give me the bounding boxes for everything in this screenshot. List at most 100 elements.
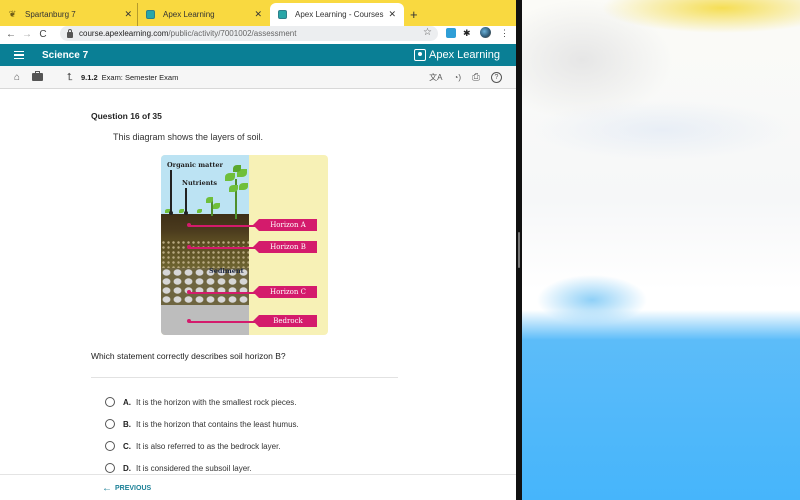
question-content: Question 16 of 35 This diagram shows the… xyxy=(0,90,516,474)
browser-window: ❦ Spartanburg 7 ✕ Apex Learning ✕ Apex L… xyxy=(0,0,516,500)
tab-title: Spartanburg 7 xyxy=(25,10,76,19)
tab-title: Apex Learning xyxy=(163,10,215,19)
up-level-icon[interactable]: ⮤ xyxy=(67,72,73,83)
translate-icon[interactable]: 文A xyxy=(429,72,442,83)
leaf xyxy=(229,185,238,192)
option-c[interactable]: C. It is also referred to as the bedrock… xyxy=(105,435,299,457)
briefcase-icon[interactable] xyxy=(32,71,44,81)
split-view-handle[interactable] xyxy=(518,232,520,268)
tab-spartanburg[interactable]: ❦ Spartanburg 7 ✕ xyxy=(0,3,140,26)
brand-name: Apex Learning xyxy=(429,49,500,61)
option-letter: C. xyxy=(123,441,131,451)
radio-button[interactable] xyxy=(105,397,115,407)
leaf xyxy=(225,173,235,181)
screen: ❦ Spartanburg 7 ✕ Apex Learning ✕ Apex L… xyxy=(0,0,800,500)
bedrock-line xyxy=(189,321,255,323)
close-tab-icon[interactable]: ✕ xyxy=(388,9,396,20)
tab-strip: ❦ Spartanburg 7 ✕ Apex Learning ✕ Apex L… xyxy=(0,0,516,26)
url-host: course.apexlearning.com xyxy=(79,29,169,38)
option-letter: B. xyxy=(123,419,131,429)
blurred-background-window xyxy=(522,0,800,500)
course-title: Science 7 xyxy=(42,49,89,61)
tab-title: Apex Learning - Courses xyxy=(295,10,384,19)
arrow-left-icon: ← xyxy=(102,483,112,494)
apex-logo-icon xyxy=(414,49,427,61)
hamburger-menu-icon[interactable] xyxy=(14,50,24,60)
home-icon[interactable]: ⌂ xyxy=(14,72,20,83)
nutrients-dot xyxy=(184,211,188,215)
browser-menu-icon[interactable]: ⋮ xyxy=(500,28,509,39)
option-text: It is considered the subsoil layer. xyxy=(136,463,252,473)
bedrock-layer xyxy=(161,305,249,335)
option-text: It is the horizon with the smallest rock… xyxy=(136,397,297,407)
extension-icon[interactable] xyxy=(446,28,456,38)
close-tab-icon[interactable]: ✕ xyxy=(254,9,262,20)
previous-label: PREVIOUS xyxy=(115,485,152,492)
breadcrumb-label: Exam: Semester Exam xyxy=(101,72,179,82)
radio-button[interactable] xyxy=(105,463,115,473)
help-icon[interactable]: ? xyxy=(491,71,502,83)
close-tab-icon[interactable]: ✕ xyxy=(124,9,132,20)
leaf xyxy=(239,183,248,190)
apex-favicon-icon xyxy=(146,10,155,19)
nutrients-pointer xyxy=(185,188,187,212)
question-number: Question 16 of 35 xyxy=(91,111,162,121)
option-text: It is the horizon that contains the leas… xyxy=(136,419,299,429)
horizon-c-tag: Horizon C xyxy=(253,286,317,298)
horizon-b-tag: Horizon B xyxy=(253,241,317,253)
read-aloud-icon[interactable]: ◔) xyxy=(454,73,462,82)
horizon-a-line xyxy=(189,225,255,227)
url-path: /public/activity/7001002/assessment xyxy=(168,29,297,38)
activity-toolbar: ⌂ ⮤ 9.1.2 Exam: Semester Exam 文A ◔) ⎙ ? xyxy=(0,66,516,89)
option-letter: D. xyxy=(123,463,131,473)
radio-button[interactable] xyxy=(105,419,115,429)
app-header: Science 7 Apex Learning xyxy=(0,44,516,66)
divider xyxy=(91,377,398,378)
lock-icon xyxy=(67,28,73,38)
label-sediment: Sediment xyxy=(209,267,244,275)
new-tab-button[interactable]: + xyxy=(410,3,418,26)
bedrock-dot xyxy=(187,319,191,323)
breadcrumb: 9.1.2 Exam: Semester Exam xyxy=(81,73,178,82)
option-letter: A. xyxy=(123,397,131,407)
leaf xyxy=(206,197,213,203)
radio-button[interactable] xyxy=(105,441,115,451)
tab-apex-learning[interactable]: Apex Learning ✕ xyxy=(137,3,270,26)
apex-favicon-icon xyxy=(278,10,287,19)
organic-matter-pointer xyxy=(170,170,172,212)
question-prompt: Which statement correctly describes soil… xyxy=(91,351,286,361)
forward-button[interactable]: → xyxy=(19,29,35,40)
horizon-c-line xyxy=(189,292,255,294)
subsoil-layer xyxy=(161,240,249,268)
reload-button[interactable]: C xyxy=(35,29,51,40)
option-text: It is also referred to as the bedrock la… xyxy=(136,441,281,451)
puzzle-extensions-icon[interactable]: ✱ xyxy=(463,28,471,39)
horizon-b-line xyxy=(189,247,255,249)
bookmark-star-icon[interactable]: ☆ xyxy=(423,27,432,38)
leaf-favicon-icon: ❦ xyxy=(8,9,17,19)
label-organic-matter: Organic matter xyxy=(167,161,223,169)
leaf xyxy=(233,165,241,172)
question-intro: This diagram shows the layers of soil. xyxy=(113,132,264,142)
apex-learning-logo: Apex Learning xyxy=(414,49,500,61)
soil-layers-diagram: Organic matter Nutrients Sediment Horizo… xyxy=(161,155,328,335)
tab-apex-courses[interactable]: Apex Learning - Courses ✕ xyxy=(270,3,404,26)
back-button[interactable]: ← xyxy=(3,29,19,40)
browser-toolbar: ← → C course.apexlearning.com/public/act… xyxy=(0,26,516,42)
organic-matter-dot xyxy=(169,211,173,215)
option-b[interactable]: B. It is the horizon that contains the l… xyxy=(105,413,299,435)
profile-avatar[interactable] xyxy=(480,27,491,38)
seedling xyxy=(197,209,202,213)
horizon-a-dot xyxy=(187,223,191,227)
horizon-b-dot xyxy=(187,245,191,249)
horizon-c-dot xyxy=(187,290,191,294)
print-icon[interactable]: ⎙ xyxy=(472,72,480,83)
horizon-a-tag: Horizon A xyxy=(253,219,317,231)
bedrock-tag: Bedrock xyxy=(253,315,317,327)
answer-options: A. It is the horizon with the smallest r… xyxy=(105,391,299,479)
address-bar[interactable]: course.apexlearning.com/public/activity/… xyxy=(60,26,438,41)
option-a[interactable]: A. It is the horizon with the smallest r… xyxy=(105,391,299,413)
previous-button[interactable]: ← PREVIOUS xyxy=(102,483,151,494)
breadcrumb-number: 9.1.2 xyxy=(80,72,98,82)
label-nutrients: Nutrients xyxy=(182,179,218,187)
